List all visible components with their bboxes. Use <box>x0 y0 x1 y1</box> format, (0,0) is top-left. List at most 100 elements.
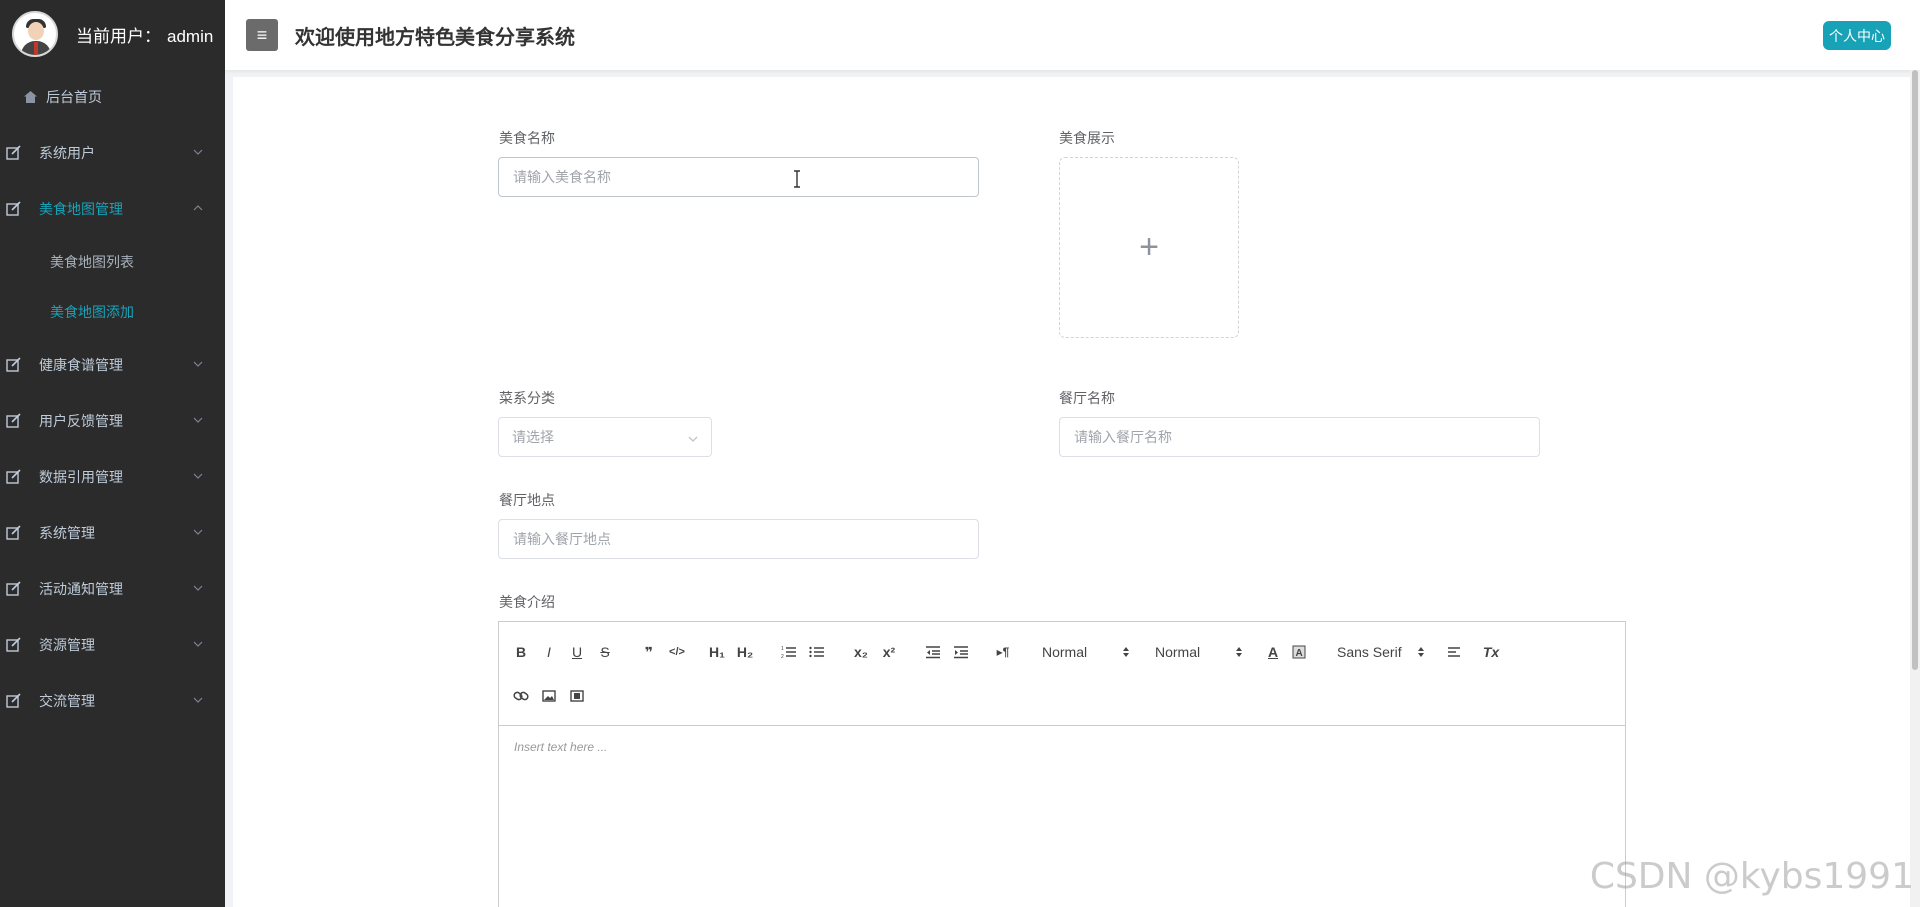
sidebar-item-label: 系统用户 <box>39 145 95 161</box>
scrollbar-thumb[interactable] <box>1912 70 1918 670</box>
chevron-up-icon <box>193 203 203 213</box>
code-icon: </> <box>669 646 685 658</box>
image-button[interactable] <box>539 686 559 706</box>
sidebar-item-label: 资源管理 <box>39 637 95 653</box>
edit-icon <box>6 357 22 373</box>
sidebar-item-system-management[interactable]: 系统管理 <box>0 505 225 561</box>
watermark: CSDN @kybs1991 <box>1589 856 1914 897</box>
sidebar-item-label: 交流管理 <box>39 693 95 709</box>
background-color-button[interactable]: A <box>1289 642 1309 662</box>
font-color-button[interactable]: A <box>1263 642 1283 662</box>
chevron-down-icon <box>193 415 203 425</box>
outdent-button[interactable] <box>923 642 943 662</box>
sidebar-item-data-reference[interactable]: 数据引用管理 <box>0 449 225 505</box>
align-icon <box>1448 647 1460 657</box>
restaurant-name-input[interactable] <box>1059 417 1540 457</box>
font-select[interactable]: Sans Serif <box>1337 642 1425 662</box>
sidebar-item-label: 健康食谱管理 <box>39 357 123 373</box>
link-icon <box>513 691 529 701</box>
sidebar-header: 当前用户： admin <box>0 0 225 68</box>
rich-text-editor: B I U S ❞ </> H₁ H₂ 12 x₂ x² ▸¶ Normal N… <box>498 621 1626 907</box>
page-title: 欢迎使用地方特色美食分享系统 <box>295 26 575 49</box>
sidebar-menu: 后台首页 系统用户 美食地图管理 美食地图列表 美食地图添加 健康食谱管理 用户… <box>0 69 225 729</box>
superscript-button[interactable]: x² <box>879 642 899 662</box>
italic-button[interactable]: I <box>539 642 559 662</box>
code-block-button[interactable]: </> <box>667 642 687 662</box>
subscript-button[interactable]: x₂ <box>851 642 871 662</box>
ordered-list-button[interactable]: 12 <box>779 642 799 662</box>
sidebar-item-resources[interactable]: 资源管理 <box>0 617 225 673</box>
text-cursor-icon <box>794 170 800 188</box>
sidebar-item-label: 活动通知管理 <box>39 581 123 597</box>
username: admin <box>167 26 214 46</box>
plus-icon: + <box>1139 228 1159 266</box>
avatar[interactable] <box>12 11 58 57</box>
clean-format-button[interactable]: Tx <box>1481 642 1501 662</box>
image-upload-button[interactable]: + <box>1059 157 1239 338</box>
sidebar-item-label: 后台首页 <box>46 89 102 105</box>
edit-icon <box>6 637 22 653</box>
sidebar-item-user-feedback[interactable]: 用户反馈管理 <box>0 393 225 449</box>
h2-button[interactable]: H₂ <box>735 642 755 662</box>
restaurant-location-input[interactable] <box>498 519 979 559</box>
svg-text:A: A <box>1296 648 1303 659</box>
sidebar: 当前用户： admin 后台首页 系统用户 美食地图管理 美食地图列表 美食地图… <box>0 0 225 907</box>
sidebar-item-food-map[interactable]: 美食地图管理 <box>0 181 225 237</box>
chevron-down-icon <box>193 147 203 157</box>
strike-button[interactable]: S <box>595 642 615 662</box>
edit-icon <box>6 525 22 541</box>
outdent-icon <box>926 646 940 659</box>
bold-icon: B <box>515 644 527 660</box>
chevron-down-icon <box>687 432 699 448</box>
blockquote-button[interactable]: ❞ <box>639 642 659 662</box>
edit-icon <box>6 469 22 485</box>
sidebar-item-home[interactable]: 后台首页 <box>0 69 225 125</box>
indent-button[interactable] <box>951 642 971 662</box>
bullet-list-icon <box>809 646 824 658</box>
sidebar-item-system-users[interactable]: 系统用户 <box>0 125 225 181</box>
bullet-list-button[interactable] <box>807 642 827 662</box>
text-direction-button[interactable]: ▸¶ <box>993 642 1013 662</box>
bold-button[interactable]: B <box>511 642 531 662</box>
food-name-input[interactable] <box>498 157 979 197</box>
sidebar-item-label: 数据引用管理 <box>39 469 123 485</box>
image-icon <box>542 690 556 702</box>
h1-button[interactable]: H₁ <box>707 642 727 662</box>
chevron-down-icon <box>193 583 203 593</box>
italic-icon: I <box>547 644 551 660</box>
current-user: 当前用户： admin <box>76 22 213 47</box>
edit-icon <box>6 201 22 217</box>
sidebar-subitem-food-map-add[interactable]: 美食地图添加 <box>0 287 225 337</box>
editor-content-area[interactable]: Insert text here ... <box>499 726 1625 768</box>
restaurant-name-label: 餐厅名称 <box>1059 390 1115 406</box>
edit-icon <box>6 581 22 597</box>
sidebar-subitem-food-map-list[interactable]: 美食地图列表 <box>0 237 225 287</box>
personal-center-button[interactable]: 个人中心 <box>1823 21 1891 50</box>
page-scrollbar[interactable] <box>1910 70 1920 907</box>
sidebar-item-communication[interactable]: 交流管理 <box>0 673 225 729</box>
svg-text:2: 2 <box>781 654 784 659</box>
cuisine-select[interactable]: 请选择 <box>498 417 712 457</box>
header-select[interactable]: Normal <box>1155 642 1243 662</box>
ordered-list-icon: 12 <box>781 646 796 659</box>
size-select[interactable]: Normal <box>1042 642 1130 662</box>
background-color-icon: A <box>1292 645 1306 659</box>
sidebar-subitem-label: 美食地图列表 <box>50 254 134 270</box>
updown-icon <box>1417 645 1425 661</box>
top-header: ≡ 欢迎使用地方特色美食分享系统 个人中心 <box>225 0 1920 70</box>
align-button[interactable] <box>1445 642 1465 662</box>
link-button[interactable] <box>511 686 531 706</box>
video-button[interactable] <box>567 686 587 706</box>
food-name-label: 美食名称 <box>499 130 555 146</box>
size-select-value: Normal <box>1042 644 1088 660</box>
menu-toggle-button[interactable]: ≡ <box>246 19 278 51</box>
food-intro-label: 美食介绍 <box>499 594 555 610</box>
chevron-down-icon <box>193 527 203 537</box>
sidebar-item-activity-notice[interactable]: 活动通知管理 <box>0 561 225 617</box>
underline-icon: U <box>571 644 583 660</box>
hamburger-icon: ≡ <box>256 24 268 45</box>
sidebar-item-healthy-recipes[interactable]: 健康食谱管理 <box>0 337 225 393</box>
underline-button[interactable]: U <box>567 642 587 662</box>
food-display-label: 美食展示 <box>1059 130 1115 146</box>
superscript-icon: x² <box>882 644 896 660</box>
